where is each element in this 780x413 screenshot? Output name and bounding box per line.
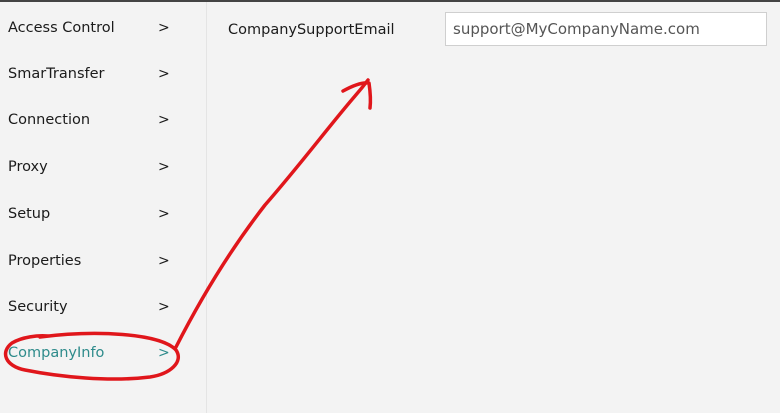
chevron-right-icon: >	[158, 20, 170, 36]
sidebar-item-label: Setup	[8, 206, 51, 222]
sidebar: Access Control > SmarTransfer > Connecti…	[0, 2, 207, 413]
chevron-right-icon: >	[158, 253, 170, 269]
chevron-right-icon: >	[158, 206, 170, 222]
company-support-email-label: CompanySupportEmail	[228, 22, 395, 38]
sidebar-item-smartransfer[interactable]: SmarTransfer >	[0, 53, 206, 99]
sidebar-item-proxy[interactable]: Proxy >	[0, 146, 206, 192]
sidebar-item-label: Properties	[8, 253, 82, 269]
sidebar-item-setup[interactable]: Setup >	[0, 193, 206, 239]
sidebar-item-label: CompanyInfo	[8, 345, 105, 361]
chevron-right-icon: >	[158, 66, 170, 82]
chevron-right-icon: >	[158, 112, 170, 128]
sidebar-item-companyinfo[interactable]: CompanyInfo >	[0, 332, 206, 378]
sidebar-item-label: Access Control	[8, 20, 115, 36]
sidebar-item-properties[interactable]: Properties >	[0, 240, 206, 286]
chevron-right-icon: >	[158, 159, 170, 175]
sidebar-item-access-control[interactable]: Access Control >	[0, 7, 206, 53]
sidebar-item-label: Proxy	[8, 159, 48, 175]
sidebar-item-connection[interactable]: Connection >	[0, 99, 206, 145]
sidebar-item-security[interactable]: Security >	[0, 286, 206, 332]
main-panel: CompanySupportEmail	[207, 2, 780, 413]
sidebar-item-label: Connection	[8, 112, 91, 128]
chevron-right-icon: >	[158, 299, 170, 315]
chevron-right-icon: >	[158, 345, 170, 361]
company-support-email-input[interactable]	[445, 12, 767, 46]
sidebar-item-label: Security	[8, 299, 68, 315]
sidebar-item-label: SmarTransfer	[8, 66, 105, 82]
